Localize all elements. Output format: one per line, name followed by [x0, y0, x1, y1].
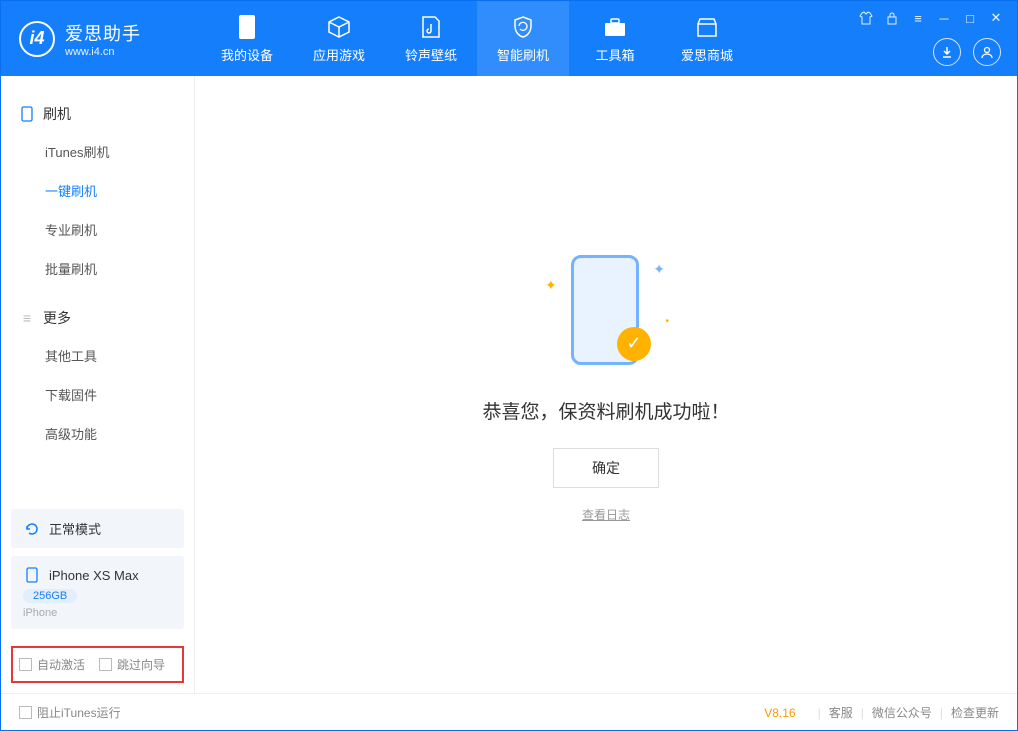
checkbox-icon [99, 658, 112, 671]
checkbox-block-itunes[interactable]: 阻止iTunes运行 [19, 704, 121, 721]
sidebar-group-flash: 刷机 [19, 104, 176, 124]
tab-label: 应用游戏 [313, 45, 365, 64]
tab-label: 工具箱 [595, 45, 634, 64]
store-icon [694, 14, 720, 40]
checkbox-label: 自动激活 [37, 656, 85, 673]
sidebar-group-title: 刷机 [43, 104, 71, 124]
checkbox-label: 跳过向导 [117, 656, 165, 673]
sidebar-item-batch-flash[interactable]: 批量刷机 [19, 249, 176, 288]
sidebar-item-oneclick-flash[interactable]: 一键刷机 [19, 171, 176, 210]
device-type: iPhone [23, 607, 172, 619]
checkbox-label: 阻止iTunes运行 [37, 704, 121, 721]
toolbox-icon [602, 14, 628, 40]
mode-card[interactable]: 正常模式 [11, 509, 184, 548]
version-label: V8.16 [764, 706, 795, 720]
tab-label: 智能刷机 [497, 45, 549, 64]
mode-label: 正常模式 [49, 519, 101, 538]
check-icon: ✓ [617, 327, 651, 361]
maximize-button[interactable]: □ [961, 9, 979, 27]
checkbox-icon [19, 706, 32, 719]
footer-link-wechat[interactable]: 微信公众号 [872, 704, 932, 721]
close-button[interactable]: ✕ [987, 9, 1005, 27]
tab-label: 爱思商城 [681, 45, 733, 64]
tab-smart-flash[interactable]: 智能刷机 [477, 1, 569, 76]
footer-link-update[interactable]: 检查更新 [951, 704, 999, 721]
list-icon: ≡ [19, 310, 35, 326]
phone-icon [19, 106, 35, 122]
sidebar: 刷机 iTunes刷机 一键刷机 专业刷机 批量刷机 ≡ 更多 其他工具 下载固… [1, 76, 195, 693]
refresh-icon [23, 520, 41, 538]
success-message: 恭喜您，保资料刷机成功啦！ [482, 397, 729, 424]
download-button[interactable] [933, 38, 961, 66]
tab-label: 铃声壁纸 [405, 45, 457, 64]
sidebar-item-pro-flash[interactable]: 专业刷机 [19, 210, 176, 249]
phone-icon [23, 566, 41, 584]
tab-apps-games[interactable]: 应用游戏 [293, 1, 385, 76]
user-button[interactable] [973, 38, 1001, 66]
app-name: 爱思助手 [65, 20, 141, 46]
lock-icon[interactable] [883, 9, 901, 27]
tab-ringtones-wallpapers[interactable]: 铃声壁纸 [385, 1, 477, 76]
menu-icon[interactable]: ≡ [909, 9, 927, 27]
ok-button[interactable]: 确定 [553, 448, 659, 488]
sidebar-item-advanced[interactable]: 高级功能 [19, 414, 176, 453]
tab-my-device[interactable]: 我的设备 [201, 1, 293, 76]
main-content: ✦ ✦ • ✓ 恭喜您，保资料刷机成功啦！ 确定 查看日志 [195, 76, 1017, 693]
tab-store[interactable]: 爱思商城 [661, 1, 753, 76]
logo-area: i4 爱思助手 www.i4.cn [1, 20, 201, 58]
device-icon [234, 14, 260, 40]
device-storage-badge: 256GB [23, 589, 77, 603]
main-tabs: 我的设备 应用游戏 铃声壁纸 智能刷机 工具箱 爱思商城 [201, 1, 753, 76]
footer-link-support[interactable]: 客服 [829, 704, 853, 721]
device-name: iPhone XS Max [49, 568, 139, 583]
sidebar-group-title: 更多 [43, 308, 71, 328]
checkbox-skip-guide[interactable]: 跳过向导 [99, 656, 165, 673]
tab-toolbox[interactable]: 工具箱 [569, 1, 661, 76]
titlebar: i4 爱思助手 www.i4.cn 我的设备 应用游戏 铃声壁纸 智能刷机 工具… [1, 1, 1017, 76]
view-log-link[interactable]: 查看日志 [582, 506, 630, 523]
sidebar-item-download-firmware[interactable]: 下载固件 [19, 375, 176, 414]
minimize-button[interactable]: ─ [935, 9, 953, 27]
shirt-icon[interactable] [857, 9, 875, 27]
success-illustration: ✦ ✦ • ✓ [541, 247, 671, 377]
app-url: www.i4.cn [65, 46, 141, 58]
window-controls: ≡ ─ □ ✕ [857, 9, 1005, 27]
checkbox-auto-activate[interactable]: 自动激活 [19, 656, 85, 673]
device-card[interactable]: iPhone XS Max 256GB iPhone [11, 556, 184, 629]
shield-refresh-icon [510, 14, 536, 40]
checkbox-icon [19, 658, 32, 671]
header-actions [933, 38, 1001, 66]
music-file-icon [418, 14, 444, 40]
sidebar-item-itunes-flash[interactable]: iTunes刷机 [19, 132, 176, 171]
flash-options-highlight: 自动激活 跳过向导 [11, 646, 184, 683]
tab-label: 我的设备 [221, 45, 273, 64]
app-logo-icon: i4 [19, 21, 55, 57]
statusbar: 阻止iTunes运行 V8.16 | 客服 | 微信公众号 | 检查更新 [1, 693, 1017, 731]
sidebar-group-more: ≡ 更多 [19, 308, 176, 328]
sidebar-item-other-tools[interactable]: 其他工具 [19, 336, 176, 375]
cube-icon [326, 14, 352, 40]
